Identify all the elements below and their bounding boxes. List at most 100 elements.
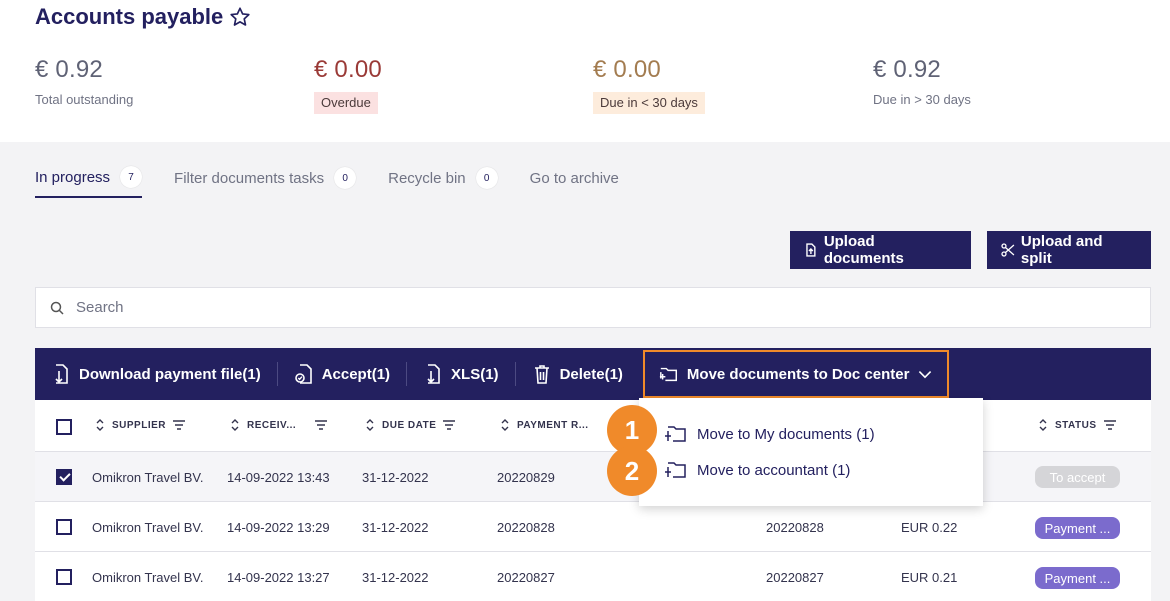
cell-payment-ref: 20220827 [497,570,555,585]
bulk-actions-toolbar: Download payment file(1) Accept(1) XLS(1… [35,348,1151,400]
sort-icon [501,419,509,431]
step-marker: 2 [607,446,657,496]
tab-label: Go to archive [529,169,619,187]
tab-go-to-archive[interactable]: Go to archive [530,166,619,198]
chevron-down-icon [919,371,932,379]
row-checkbox[interactable] [56,519,72,535]
column-title: DUE DATE [382,419,437,431]
stat-due-soon: € 0.00 Due in < 30 days [593,56,705,114]
tab-count-badge: 0 [334,167,357,189]
status-badge: To accept [1035,466,1120,488]
download-payment-file-button[interactable]: Download payment file(1) [51,362,277,386]
cell-payment-ref: 20220829 [497,470,555,485]
stat-total-outstanding: € 0.92 Total outstanding [35,56,133,109]
stat-label: Overdue [314,92,378,114]
move-documents-dropdown: Move to My documents (1) Move to account… [639,398,983,506]
tab-bar: In progress 7 Filter documents tasks 0 R… [35,166,619,198]
table-header: SUPPLIER RECEIV... DUE DATE PAYMENT R...… [35,400,1151,452]
table-row[interactable]: Omikron Travel BV. 14-09-2022 13:27 31-1… [35,552,1151,601]
scissors-icon [1001,243,1015,257]
cell-due-date: 31-12-2022 [362,520,429,535]
cell-received: 14-09-2022 13:43 [227,470,330,485]
cell-reference: 20220827 [766,570,824,585]
menu-item-label: Move to My documents (1) [697,425,875,443]
accept-document-icon [294,364,312,384]
download-file-icon [55,364,68,384]
xls-export-button[interactable]: XLS(1) [407,362,515,386]
upload-documents-button[interactable]: Upload documents [790,231,971,269]
row-checkbox[interactable] [56,569,72,585]
stat-label: Due in > 30 days [873,92,971,107]
menu-item-move-to-accountant[interactable]: Move to accountant (1) [665,460,850,480]
tab-in-progress[interactable]: In progress 7 [35,166,143,198]
cell-received: 14-09-2022 13:27 [227,570,330,585]
column-title: RECEIV... [247,419,297,431]
column-header-status[interactable]: STATUS [1038,419,1116,431]
upload-file-icon [806,243,816,257]
button-label: Upload and split [1020,233,1103,267]
stat-label: Total outstanding [35,92,134,107]
search-icon [50,301,64,315]
sort-icon [366,419,374,431]
button-label: Upload documents [823,233,904,267]
delete-button[interactable]: Delete(1) [516,362,639,386]
stat-amount: € 0.00 [593,56,661,83]
folder-move-icon [659,367,677,382]
tab-label: Filter documents tasks [174,169,325,187]
cell-due-date: 31-12-2022 [362,570,429,585]
tool-label: Accept(1) [321,365,391,383]
stat-amount: € 0.92 [35,56,103,83]
sort-icon [231,419,239,431]
search-bar [35,287,1151,328]
search-input[interactable] [76,299,976,316]
folder-add-icon [665,426,686,442]
cell-payment-ref: 20220828 [497,520,555,535]
stat-label: Due in < 30 days [593,92,705,114]
download-file-icon [427,364,440,384]
status-badge: Payment ... [1035,567,1120,589]
tool-label: Download payment file(1) [79,365,261,383]
cell-amount: EUR 0.21 [901,570,958,585]
cell-received: 14-09-2022 13:29 [227,520,330,535]
header-panel: Accounts payable € 0.92 Total outstandin… [0,0,1170,142]
tool-label: XLS(1) [451,365,499,383]
filter-icon[interactable] [1103,419,1116,431]
column-title: SUPPLIER [112,419,167,431]
cell-amount: EUR 0.22 [901,520,958,535]
column-header-due-date[interactable]: DUE DATE [365,419,456,431]
tab-label: In progress [35,168,111,186]
select-all-checkbox[interactable] [56,419,72,435]
cell-supplier: Omikron Travel BV. [92,570,204,585]
menu-item-label: Move to accountant (1) [697,461,851,479]
column-title: PAYMENT R... [517,419,589,431]
stat-amount: € 0.92 [873,56,941,83]
column-header-received[interactable]: RECEIV... [230,419,328,431]
tab-filter-documents-tasks[interactable]: Filter documents tasks 0 [174,166,357,198]
cell-due-date: 31-12-2022 [362,470,429,485]
filter-icon[interactable] [173,419,186,431]
table-row[interactable]: Omikron Travel BV. 14-09-2022 13:43 31-1… [35,452,1151,502]
filter-icon[interactable] [443,419,456,431]
cell-reference: 20220828 [766,520,824,535]
menu-item-move-to-my-documents[interactable]: Move to My documents (1) [665,424,875,444]
tab-count-badge: 0 [475,167,498,189]
cell-supplier: Omikron Travel BV. [92,520,204,535]
sort-icon [96,419,104,431]
filter-icon[interactable] [315,419,328,431]
tab-recycle-bin[interactable]: Recycle bin 0 [388,166,498,198]
tab-label: Recycle bin [388,169,466,187]
table-row[interactable]: Omikron Travel BV. 14-09-2022 13:29 31-1… [35,502,1151,552]
accept-button[interactable]: Accept(1) [278,362,406,386]
star-icon[interactable] [229,6,251,28]
column-header-supplier[interactable]: SUPPLIER [95,419,186,431]
page-title-text: Accounts payable [35,4,224,29]
column-header-payment-ref[interactable]: PAYMENT R... [500,419,589,431]
upload-and-split-button[interactable]: Upload and split [987,231,1151,269]
stat-amount: € 0.00 [314,56,382,83]
page-title: Accounts payable [35,4,251,30]
stat-due-later: € 0.92 Due in > 30 days [873,56,971,109]
tool-label: Move documents to Doc center [686,365,910,383]
row-checkbox[interactable] [56,469,72,485]
tool-label: Delete(1) [559,365,623,383]
move-to-doc-center-button[interactable]: Move documents to Doc center [642,350,950,398]
